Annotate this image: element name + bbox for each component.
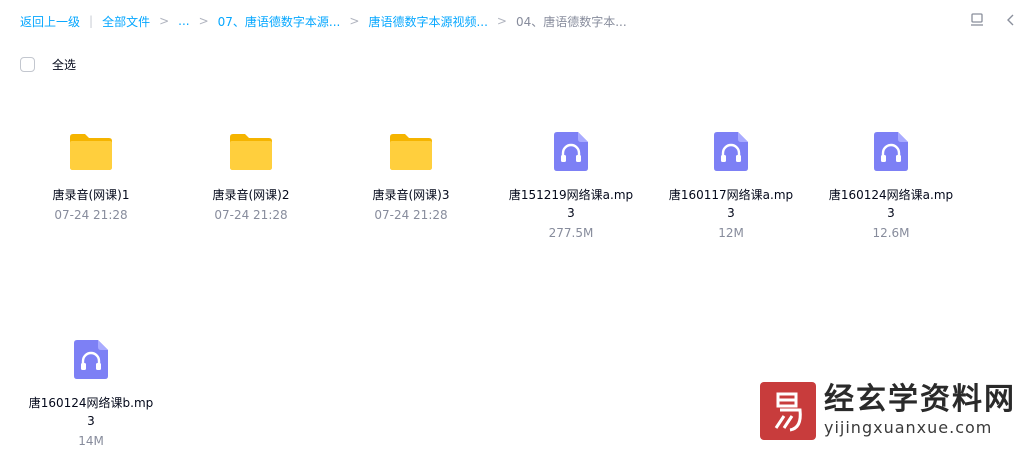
- breadcrumb-ellipsis[interactable]: ...: [178, 14, 189, 28]
- file-tile-audio-3[interactable]: 唐160124网络课a.mp3 12.6M: [816, 128, 966, 242]
- folder-icon: [230, 134, 272, 170]
- audio-file-icon: [714, 132, 748, 171]
- audio-file-icon: [554, 132, 588, 171]
- select-all: 全选: [20, 56, 76, 73]
- file-tile-folder-3[interactable]: 唐录音(网课)3 07-24 21:28: [336, 128, 486, 224]
- breadcrumb-root[interactable]: 全部文件: [102, 13, 150, 30]
- watermark-text: 经玄学资料网 yijingxuanxue.com: [824, 383, 1016, 439]
- folder-icon: [70, 134, 112, 170]
- file-tile-audio-2[interactable]: 唐160117网络课a.mp3 12M: [656, 128, 806, 242]
- file-name: 唐录音(网课)2: [212, 188, 290, 202]
- chevron-right-icon: >: [349, 14, 360, 28]
- audio-file-icon: [74, 340, 108, 379]
- select-all-label: 全选: [52, 58, 77, 72]
- file-name: 唐160124网络课b.mp3: [28, 396, 154, 428]
- file-size: 14M: [78, 434, 104, 448]
- audio-file-icon: [874, 132, 908, 171]
- select-all-checkbox[interactable]: [20, 57, 35, 72]
- file-name: 唐录音(网课)1: [52, 188, 130, 202]
- folder-icon: [390, 134, 432, 170]
- file-date: 07-24 21:28: [214, 208, 288, 222]
- back-link[interactable]: 返回上一级: [20, 13, 80, 30]
- breadcrumb-level1[interactable]: 07、唐语德数字本源...: [218, 13, 341, 30]
- breadcrumb-level2[interactable]: 唐语德数字本源视频...: [368, 13, 487, 30]
- file-name: 唐151219网络课a.mp3: [508, 188, 634, 220]
- file-tile-audio-4[interactable]: 唐160124网络课b.mp3 14M: [16, 336, 166, 450]
- chevron-left-icon[interactable]: [1001, 10, 1021, 30]
- chevron-right-icon: >: [198, 14, 209, 28]
- watermark: 经玄学资料网 yijingxuanxue.com: [760, 380, 1022, 442]
- file-tile-folder-2[interactable]: 唐录音(网课)2 07-24 21:28: [176, 128, 326, 224]
- file-name: 唐160124网络课a.mp3: [828, 188, 954, 220]
- file-name: 唐录音(网课)3: [372, 188, 450, 202]
- file-date: 07-24 21:28: [374, 208, 448, 222]
- chevron-right-icon: >: [159, 14, 170, 28]
- view-controls: [953, 10, 1021, 30]
- view-mode-icon[interactable]: [967, 10, 987, 30]
- watermark-title: 经玄学资料网: [824, 382, 1016, 417]
- breadcrumb-divider: |: [89, 14, 94, 28]
- chevron-right-icon: >: [496, 14, 507, 28]
- file-tile-audio-1[interactable]: 唐151219网络课a.mp3 277.5M: [496, 128, 646, 242]
- watermark-url: yijingxuanxue.com: [824, 418, 993, 437]
- file-size: 12M: [718, 226, 744, 240]
- breadcrumb: 返回上一级 | 全部文件 > ... > 07、唐语德数字本源... > 唐语德…: [20, 12, 627, 30]
- file-date: 07-24 21:28: [54, 208, 128, 222]
- breadcrumb-current: 04、唐语德数字本...: [515, 14, 627, 29]
- file-size: 12.6M: [872, 226, 910, 240]
- watermark-logo: [760, 382, 816, 440]
- file-tile-folder-1[interactable]: 唐录音(网课)1 07-24 21:28: [16, 128, 166, 224]
- file-size: 277.5M: [548, 226, 594, 240]
- yi-seal-icon: [774, 392, 802, 432]
- file-name: 唐160117网络课a.mp3: [668, 188, 794, 220]
